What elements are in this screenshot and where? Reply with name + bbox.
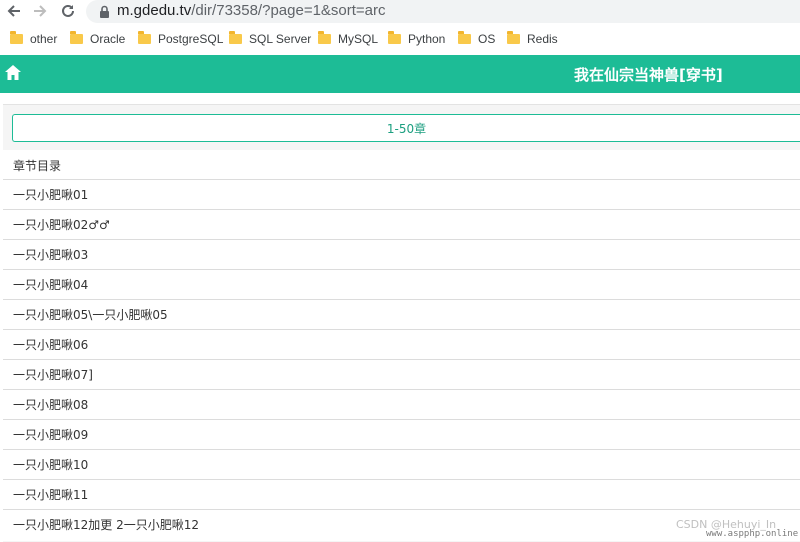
bookmark-postgresql[interactable]: PostgreSQL bbox=[138, 31, 223, 47]
bookmark-other[interactable]: other bbox=[10, 31, 57, 47]
bookmark-label: MySQL bbox=[338, 32, 379, 46]
chapter-link[interactable]: 一只小肥啾09 bbox=[3, 420, 800, 450]
chapter-link[interactable]: 一只小肥啾02♂♂ bbox=[3, 210, 800, 240]
site-stamp: www.aspphp.online bbox=[706, 529, 799, 539]
bookmark-oracle[interactable]: Oracle bbox=[70, 31, 125, 47]
bookmark-label: PostgreSQL bbox=[158, 32, 224, 46]
bookmarks-bar: other Oracle PostgreSQL SQL Server MySQL… bbox=[0, 28, 800, 50]
chapter-link[interactable]: 一只小肥啾08 bbox=[3, 390, 800, 420]
arrow-right-icon bbox=[34, 5, 47, 17]
reload-button[interactable] bbox=[58, 1, 78, 21]
url-text: m.gdedu.tv/dir/73358/?page=1&sort=arc bbox=[117, 2, 386, 19]
folder-icon bbox=[388, 31, 401, 44]
folder-icon bbox=[318, 31, 331, 44]
chapter-title: 一只小肥啾09 bbox=[13, 428, 89, 442]
chapter-link[interactable]: 一只小肥啾06 bbox=[3, 330, 800, 360]
chapter-link[interactable]: 一只小肥啾05\一只小肥啾05 bbox=[3, 300, 800, 330]
folder-icon bbox=[10, 31, 23, 44]
chapter-title: 一只小肥啾07] bbox=[13, 368, 93, 382]
bookmark-label: SQL Server bbox=[249, 32, 312, 46]
chapter-list: 章节目录 一只小肥啾01 一只小肥啾02♂♂ 一只小肥啾03 一只小肥啾04 一… bbox=[3, 150, 800, 541]
chapter-link[interactable]: 一只小肥啾07] bbox=[3, 360, 800, 390]
chapter-link[interactable]: 一只小肥啾10 bbox=[3, 450, 800, 480]
bookmark-sql-server[interactable]: SQL Server bbox=[229, 31, 311, 47]
chapter-title: 一只小肥啾05\一只小肥啾05 bbox=[13, 308, 168, 322]
chapter-title: 一只小肥啾10 bbox=[13, 458, 89, 472]
bookmark-label: Redis bbox=[527, 32, 558, 46]
chapter-title: 一只小肥啾02♂♂ bbox=[13, 218, 110, 232]
chapter-link[interactable]: 一只小肥啾04 bbox=[3, 270, 800, 300]
chapter-list-heading: 章节目录 bbox=[13, 159, 62, 173]
chapter-title: 一只小肥啾01 bbox=[13, 188, 89, 202]
chapter-title: 一只小肥啾08 bbox=[13, 398, 89, 412]
bookmark-redis[interactable]: Redis bbox=[507, 31, 558, 47]
bookmark-mysql[interactable]: MySQL bbox=[318, 31, 378, 47]
chapter-range-button[interactable]: 1-50章 bbox=[12, 114, 800, 142]
folder-icon bbox=[507, 31, 520, 44]
chapter-title: 一只小肥啾11 bbox=[13, 488, 89, 502]
forward-button[interactable] bbox=[30, 1, 50, 21]
chapter-link[interactable]: 一只小肥啾11 bbox=[3, 480, 800, 510]
chapter-title: 一只小肥啾03 bbox=[13, 248, 89, 262]
bookmark-label: Oracle bbox=[90, 32, 126, 46]
browser-toolbar: m.gdedu.tv/dir/73358/?page=1&sort=arc bbox=[0, 0, 800, 24]
back-button[interactable] bbox=[4, 1, 24, 21]
folder-icon bbox=[458, 31, 471, 44]
chapter-title: 一只小肥啾06 bbox=[13, 338, 89, 352]
reload-icon bbox=[62, 4, 74, 17]
address-bar[interactable]: m.gdedu.tv/dir/73358/?page=1&sort=arc bbox=[86, 0, 800, 23]
folder-icon bbox=[70, 31, 83, 44]
chapter-link[interactable]: 一只小肥啾01 bbox=[3, 180, 800, 210]
book-title: 我在仙宗当神兽[穿书] bbox=[574, 66, 723, 84]
folder-icon bbox=[138, 31, 151, 44]
lock-icon bbox=[100, 5, 109, 18]
bookmark-os[interactable]: OS bbox=[458, 31, 495, 47]
folder-icon bbox=[229, 31, 242, 44]
bookmark-label: OS bbox=[478, 32, 496, 46]
bookmark-python[interactable]: Python bbox=[388, 31, 445, 47]
bookmark-label: Python bbox=[408, 32, 446, 46]
url-path: /dir/73358/?page=1&sort=arc bbox=[191, 2, 386, 19]
bookmark-label: other bbox=[30, 32, 58, 46]
chapter-title: 一只小肥啾04 bbox=[13, 278, 89, 292]
chapter-link[interactable]: 一只小肥啾03 bbox=[3, 240, 800, 270]
site-header: 我在仙宗当神兽[穿书] bbox=[0, 55, 800, 93]
chapter-title: 一只小肥啾12加更 2一只小肥啾12 bbox=[13, 518, 199, 532]
home-icon[interactable] bbox=[4, 64, 22, 81]
arrow-left-icon bbox=[7, 5, 20, 17]
url-domain: m.gdedu.tv bbox=[117, 2, 192, 19]
